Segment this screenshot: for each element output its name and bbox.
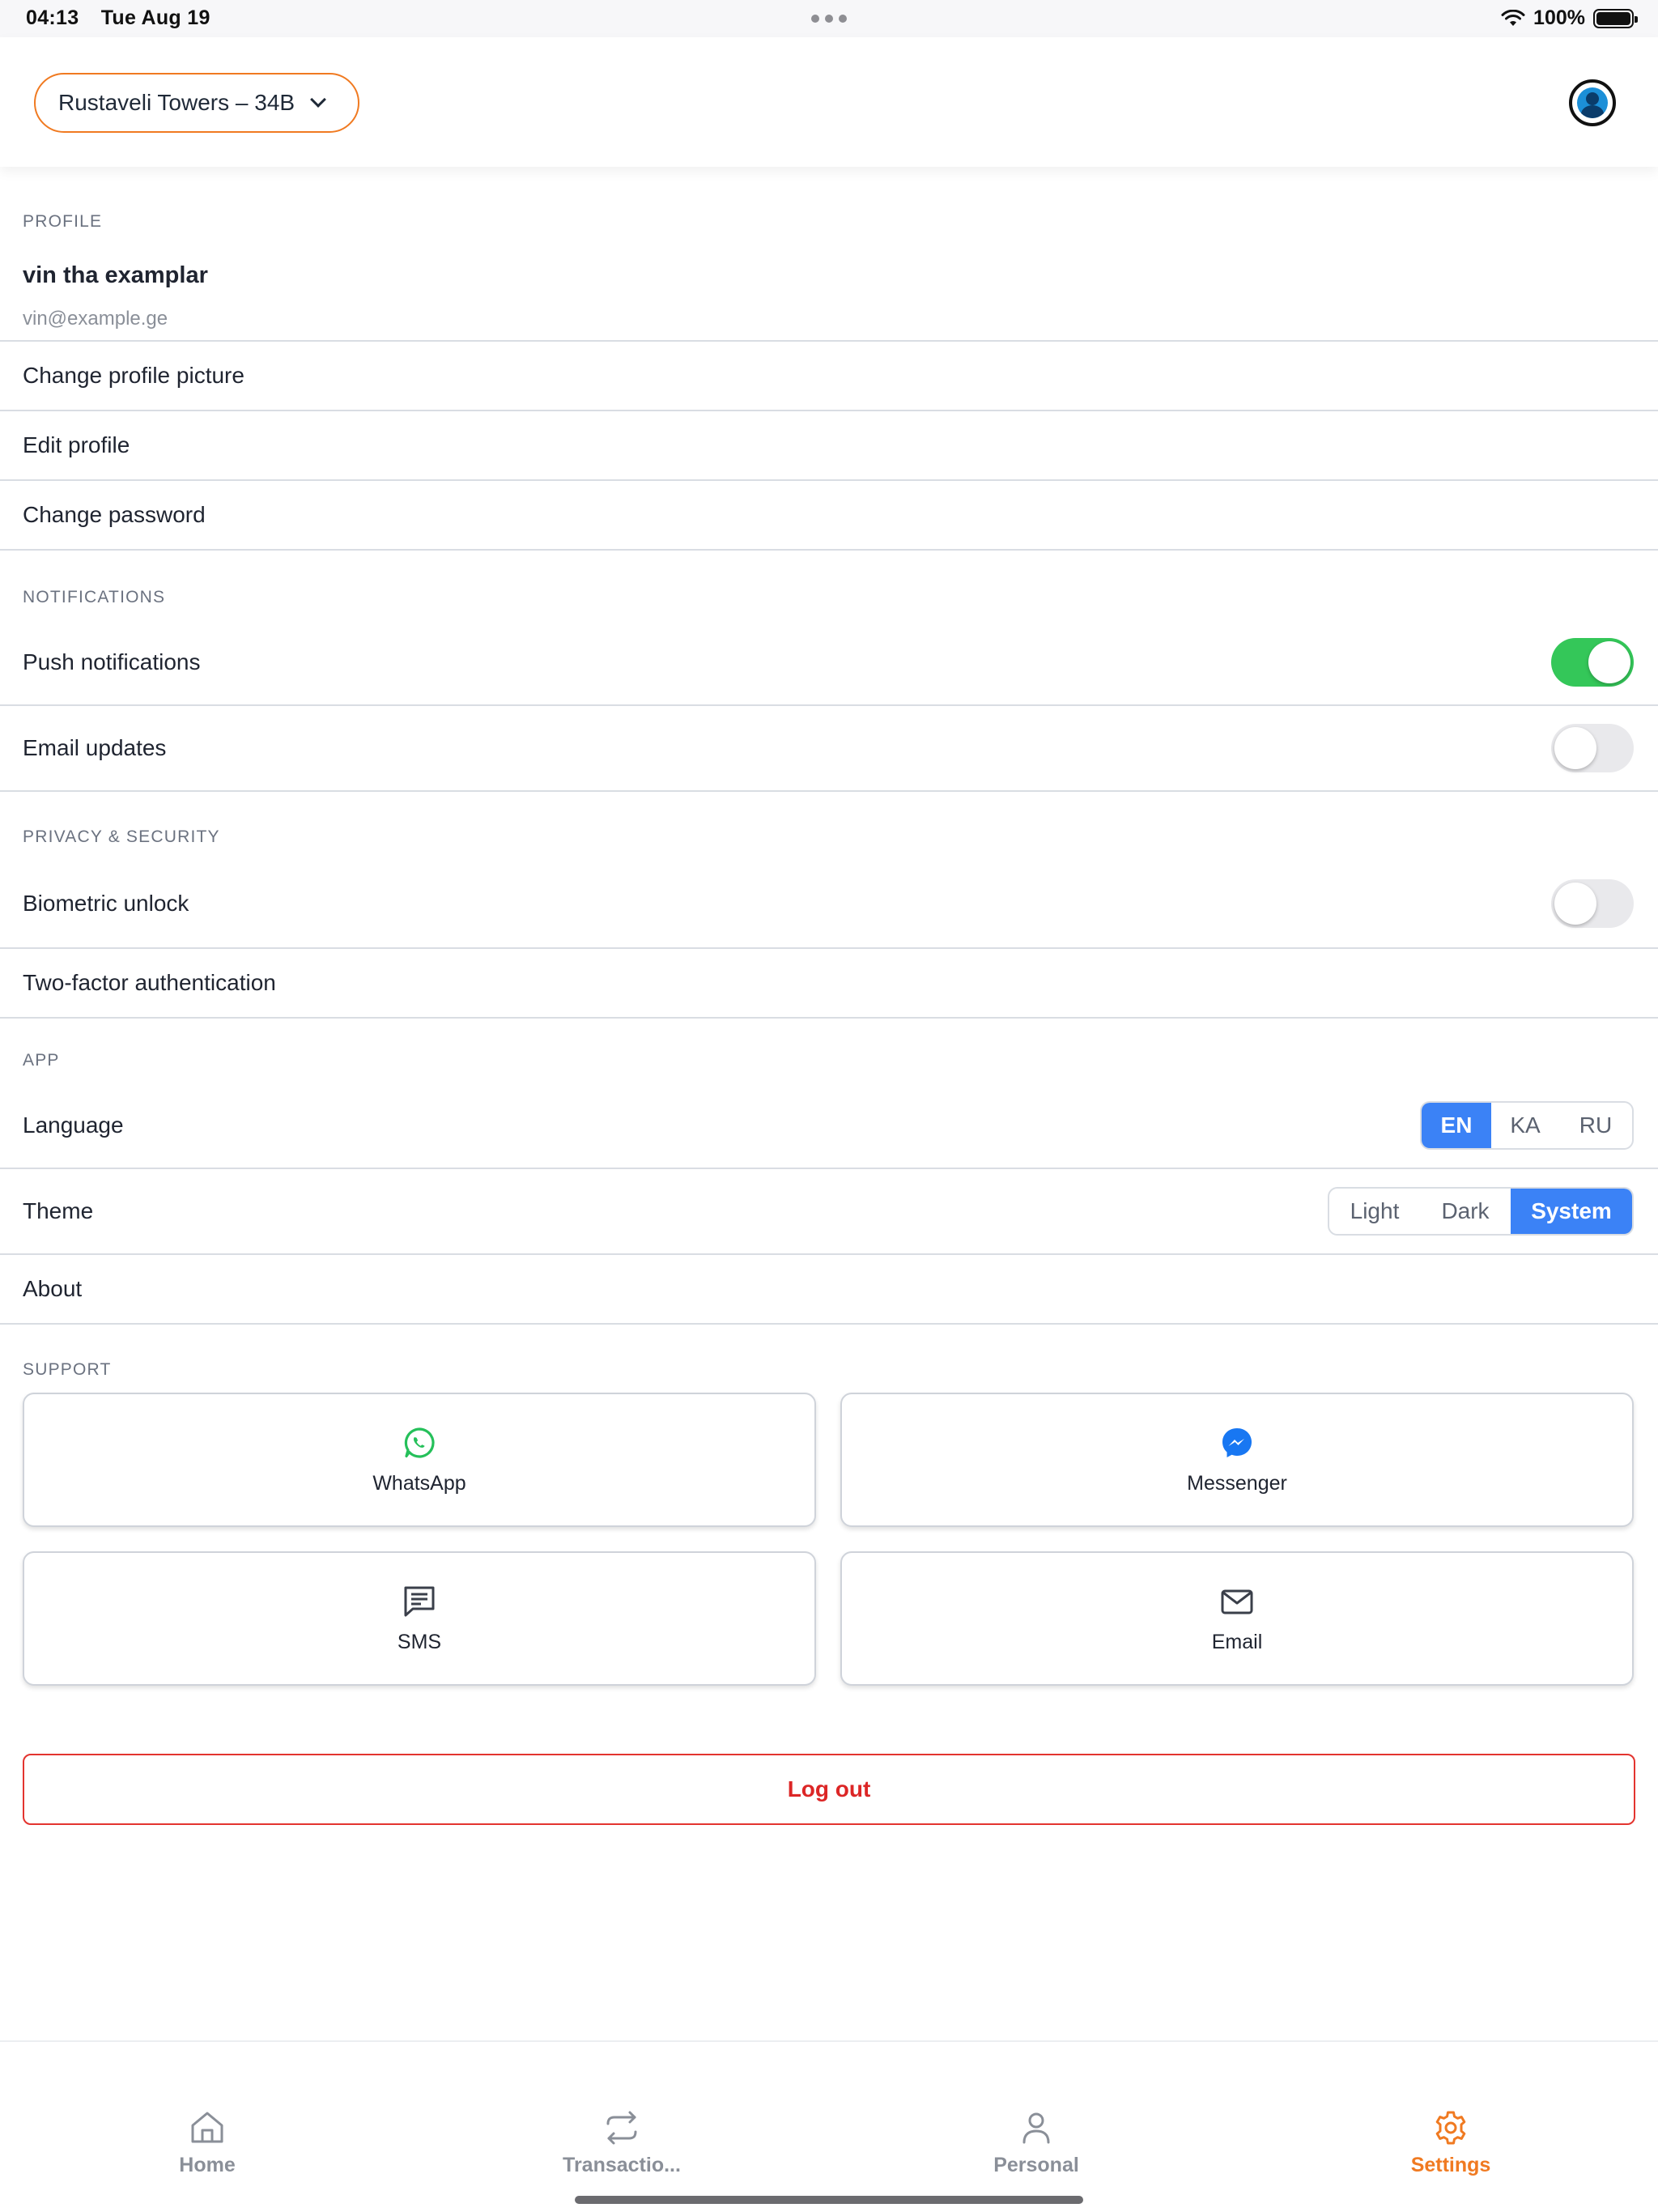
language-row: Language EN KA RU — [0, 1083, 1658, 1169]
theme-option-dark[interactable]: Dark — [1420, 1189, 1511, 1234]
home-indicator[interactable] — [575, 2196, 1083, 2204]
tab-settings-label: Settings — [1410, 2154, 1491, 2176]
edit-profile-row[interactable]: Edit profile — [0, 411, 1658, 481]
support-sms-label: SMS — [397, 1630, 442, 1653]
push-notifications-row: Push notifications — [0, 620, 1658, 706]
status-time: 04:13 — [26, 6, 79, 29]
support-messenger-button[interactable]: Messenger — [840, 1393, 1634, 1527]
section-title-profile: PROFILE — [23, 212, 103, 231]
gear-icon — [1435, 2111, 1466, 2145]
biometric-unlock-row: Biometric unlock — [0, 860, 1658, 949]
section-title-support: SUPPORT — [23, 1360, 112, 1379]
support-messenger-label: Messenger — [1187, 1471, 1287, 1495]
multitasking-dots-icon[interactable] — [811, 15, 847, 23]
avatar[interactable] — [1569, 79, 1616, 126]
language-label: Language — [23, 1112, 124, 1138]
support-email-label: Email — [1211, 1630, 1263, 1653]
change-password-row[interactable]: Change password — [0, 481, 1658, 551]
profile-name: vin tha examplar — [23, 262, 208, 288]
status-date: Tue Aug 19 — [100, 6, 210, 29]
tab-transactions[interactable]: Transactio... — [517, 2108, 727, 2177]
support-sms-button[interactable]: SMS — [23, 1551, 816, 1686]
about-row[interactable]: About — [0, 1255, 1658, 1325]
email-updates-toggle[interactable] — [1551, 724, 1634, 772]
support-whatsapp-label: WhatsApp — [372, 1471, 466, 1495]
logout-button[interactable]: Log out — [23, 1754, 1635, 1825]
messenger-icon — [1222, 1427, 1252, 1457]
language-option-en[interactable]: EN — [1422, 1103, 1491, 1148]
two-factor-row[interactable]: Two-factor authentication — [0, 949, 1658, 1019]
tab-home[interactable]: Home — [102, 2108, 312, 2177]
tab-personal-label: Personal — [993, 2154, 1079, 2176]
change-profile-picture-label: Change profile picture — [23, 363, 244, 388]
about-label: About — [23, 1276, 83, 1301]
theme-option-system[interactable]: System — [1511, 1189, 1632, 1234]
battery-percentage: 100% — [1533, 6, 1585, 29]
language-option-ka[interactable]: KA — [1491, 1103, 1559, 1148]
person-icon — [1022, 2112, 1050, 2144]
theme-row: Theme Light Dark System — [0, 1169, 1658, 1255]
biometric-unlock-toggle[interactable] — [1551, 879, 1634, 928]
property-selector[interactable]: Rustaveli Towers – 34B — [34, 73, 359, 133]
support-whatsapp-button[interactable]: WhatsApp — [23, 1393, 816, 1527]
app-header: Rustaveli Towers – 34B — [0, 37, 1658, 167]
wifi-icon — [1501, 9, 1525, 26]
whatsapp-icon — [404, 1427, 435, 1458]
tab-home-label: Home — [179, 2154, 236, 2176]
theme-option-light[interactable]: Light — [1329, 1189, 1420, 1234]
change-profile-picture-row[interactable]: Change profile picture — [0, 342, 1658, 411]
transactions-icon — [606, 2111, 637, 2145]
email-updates-row: Email updates — [0, 706, 1658, 792]
tab-personal[interactable]: Personal — [931, 2108, 1141, 2177]
status-bar: 04:13 Tue Aug 19 100% — [0, 0, 1658, 37]
property-selector-label: Rustaveli Towers – 34B — [58, 90, 295, 115]
support-email-button[interactable]: Email — [840, 1551, 1634, 1686]
push-notifications-label: Push notifications — [23, 649, 201, 674]
battery-icon — [1593, 8, 1638, 28]
push-notifications-toggle[interactable] — [1551, 638, 1634, 687]
section-title-app: APP — [23, 1051, 60, 1070]
section-title-notifications: NOTIFICATIONS — [23, 588, 166, 606]
sms-icon — [404, 1586, 435, 1616]
tab-transactions-label: Transactio... — [563, 2154, 681, 2176]
edit-profile-label: Edit profile — [23, 432, 130, 457]
user-avatar-icon — [1577, 87, 1608, 118]
language-option-ru[interactable]: RU — [1559, 1103, 1632, 1148]
email-updates-label: Email updates — [23, 735, 167, 760]
home-icon — [191, 2112, 223, 2143]
chevron-down-icon — [310, 91, 326, 108]
two-factor-label: Two-factor authentication — [23, 970, 276, 995]
tab-settings[interactable]: Settings — [1346, 2108, 1556, 2177]
section-title-privacy: PRIVACY & SECURITY — [23, 827, 220, 846]
tab-bar: Home Transactio... Personal Settings — [0, 2040, 1658, 2212]
theme-segmented-control: Light Dark System — [1328, 1187, 1634, 1236]
biometric-unlock-label: Biometric unlock — [23, 891, 189, 916]
profile-email: vin@example.ge — [23, 308, 168, 330]
language-segmented-control: EN KA RU — [1420, 1101, 1634, 1150]
mail-icon — [1221, 1589, 1253, 1614]
change-password-label: Change password — [23, 502, 206, 527]
